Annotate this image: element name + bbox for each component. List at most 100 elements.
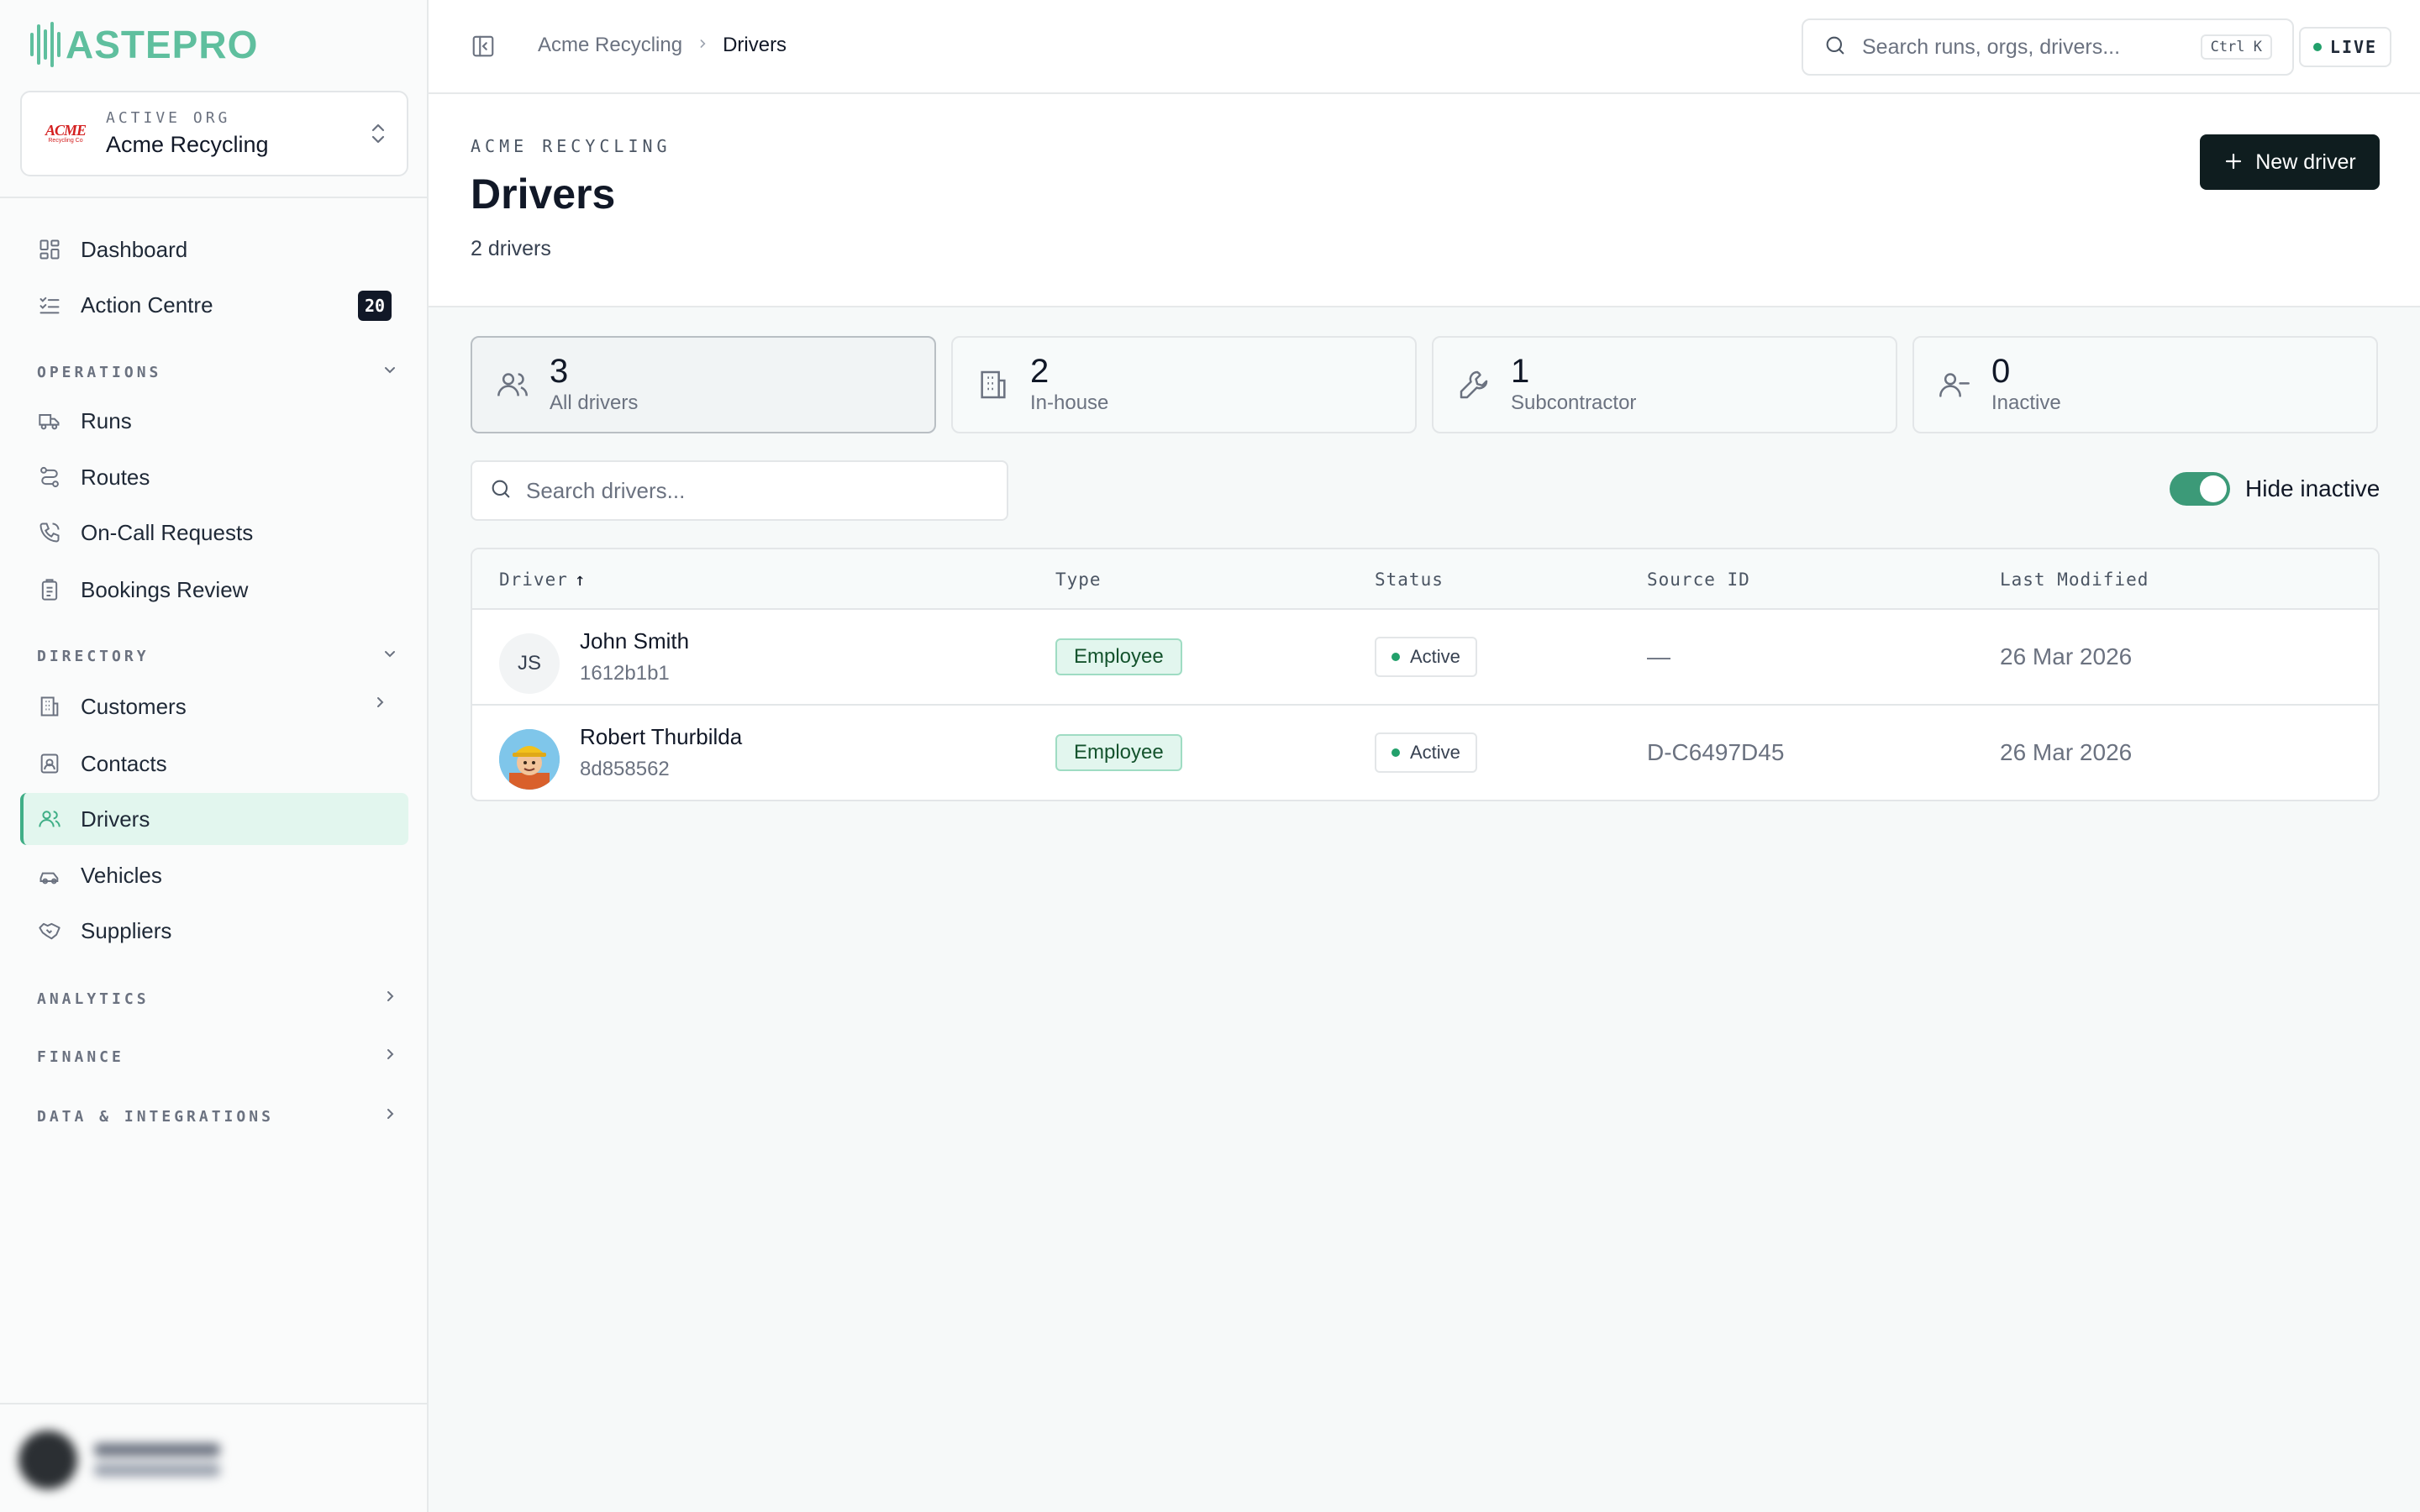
topbar: Acme Recycling Drivers Search runs, orgs… bbox=[429, 0, 2420, 94]
sidebar-item-vehicles[interactable]: Vehicles bbox=[20, 849, 408, 901]
column-header-last-modified[interactable]: Last Modified bbox=[2000, 570, 2149, 590]
avatar: JS bbox=[499, 633, 560, 694]
search-icon bbox=[489, 477, 513, 505]
user-profile-menu[interactable] bbox=[18, 1428, 405, 1492]
sidebar: ASTEPRO ACME Recycling Co ACTIVE ORG Acm… bbox=[0, 0, 429, 1512]
stat-card-all-drivers[interactable]: 3 All drivers bbox=[471, 336, 936, 433]
last-modified: 26 Mar 2026 bbox=[2000, 643, 2133, 669]
section-analytics-toggle[interactable]: ANALYTICS bbox=[37, 986, 398, 1011]
org-switcher[interactable]: ACME Recycling Co ACTIVE ORG Acme Recycl… bbox=[20, 91, 408, 176]
sort-ascending-icon: ↑ bbox=[574, 570, 587, 590]
breadcrumb-current: Drivers bbox=[723, 34, 787, 56]
section-data-integrations-toggle[interactable]: DATA & INTEGRATIONS bbox=[37, 1104, 398, 1129]
stat-card-in-house[interactable]: 2 In-house bbox=[951, 336, 1417, 433]
column-header-status[interactable]: Status bbox=[1375, 570, 1444, 590]
driver-id: 1612b1b1 bbox=[580, 662, 670, 685]
hide-inactive-filter: Hide inactive bbox=[2170, 472, 2380, 506]
stat-value: 2 bbox=[1030, 353, 1050, 390]
driver-name[interactable]: Robert Thurbilda bbox=[580, 724, 742, 750]
chevron-right-icon bbox=[696, 36, 709, 55]
sidebar-item-runs[interactable]: Runs bbox=[20, 395, 408, 447]
phone-icon bbox=[37, 520, 62, 545]
brand-logo[interactable]: ASTEPRO bbox=[30, 18, 258, 71]
type-badge: Employee bbox=[1055, 734, 1182, 771]
handshake-icon bbox=[37, 918, 62, 943]
status-dot-icon bbox=[1392, 748, 1400, 757]
org-switcher-label: ACTIVE ORG bbox=[106, 109, 231, 127]
chevron-up-down-icon bbox=[370, 122, 387, 145]
stat-card-inactive[interactable]: 0 Inactive bbox=[1912, 336, 2378, 433]
building-icon bbox=[975, 366, 1012, 403]
stat-label: All drivers bbox=[550, 391, 639, 414]
driver-search-input[interactable]: Search drivers... bbox=[471, 460, 1008, 521]
stat-value: 0 bbox=[1991, 353, 2011, 390]
chevron-down-icon bbox=[381, 645, 398, 667]
org-switcher-name: Acme Recycling bbox=[106, 132, 269, 157]
search-icon bbox=[1823, 34, 1847, 61]
chevron-down-icon bbox=[381, 361, 398, 383]
breadcrumb: Acme Recycling Drivers bbox=[538, 34, 786, 57]
avatar bbox=[499, 729, 560, 790]
sidebar-item-drivers[interactable]: Drivers bbox=[20, 793, 408, 845]
sidebar-item-customers[interactable]: Customers bbox=[20, 680, 408, 732]
driver-name[interactable]: John Smith bbox=[580, 628, 689, 654]
sidebar-item-routes[interactable]: Routes bbox=[20, 451, 408, 503]
truck-icon bbox=[37, 408, 62, 433]
status-badge: Active bbox=[1375, 637, 1477, 677]
sidebar-item-suppliers[interactable]: Suppliers bbox=[20, 905, 408, 957]
sidebar-item-label: Contacts bbox=[81, 750, 167, 776]
sidebar-item-on-call-requests[interactable]: On-Call Requests bbox=[20, 507, 408, 559]
sidebar-item-label: Action Centre bbox=[81, 291, 213, 318]
sidebar-divider bbox=[0, 197, 429, 198]
sidebar-collapse-icon[interactable] bbox=[471, 34, 496, 59]
dashboard-grid-icon bbox=[37, 237, 62, 262]
sidebar-item-label: Vehicles bbox=[81, 862, 162, 888]
hide-inactive-toggle[interactable] bbox=[2170, 472, 2230, 506]
column-header-type[interactable]: Type bbox=[1055, 570, 1102, 590]
hide-inactive-label: Hide inactive bbox=[2245, 475, 2381, 501]
column-header-driver[interactable]: Driver ↑ bbox=[499, 570, 587, 590]
sidebar-item-bookings-review[interactable]: Bookings Review bbox=[20, 564, 408, 616]
status-dot-icon bbox=[1392, 653, 1400, 661]
chevron-right-icon bbox=[381, 988, 398, 1010]
live-status-badge[interactable]: LIVE bbox=[2299, 27, 2391, 67]
page-header: ACME RECYCLING Drivers 2 drivers New dri… bbox=[429, 94, 2420, 307]
table-header: Driver ↑ Type Status Source ID Last Modif… bbox=[472, 549, 2378, 610]
stat-card-subcontractor[interactable]: 1 Subcontractor bbox=[1432, 336, 1897, 433]
brand-logo-text: ASTEPRO bbox=[66, 23, 259, 66]
section-operations-toggle[interactable]: OPERATIONS bbox=[37, 360, 398, 385]
global-search-input[interactable]: Search runs, orgs, drivers... Ctrl K bbox=[1802, 18, 2294, 76]
car-icon bbox=[37, 863, 62, 888]
contact-card-icon bbox=[37, 751, 62, 776]
drivers-table: Driver ↑ Type Status Source ID Last Modif… bbox=[471, 548, 2380, 801]
action-centre-count-badge: 20 bbox=[358, 291, 392, 321]
status-badge: Active bbox=[1375, 732, 1477, 773]
org-logo: ACME Recycling Co bbox=[45, 122, 87, 144]
source-id: D-C6497D45 bbox=[1647, 739, 1785, 765]
keyboard-shortcut-hint: Ctrl K bbox=[2200, 34, 2272, 60]
new-driver-button[interactable]: New driver bbox=[2200, 134, 2380, 190]
column-header-source-id[interactable]: Source ID bbox=[1647, 570, 1750, 590]
section-directory-toggle[interactable]: DIRECTORY bbox=[37, 643, 398, 669]
sidebar-item-action-centre[interactable]: Action Centre 20 bbox=[20, 279, 408, 331]
stat-value: 1 bbox=[1511, 353, 1530, 390]
live-dot-icon bbox=[2312, 43, 2322, 51]
sidebar-item-dashboard[interactable]: Dashboard bbox=[20, 223, 408, 276]
wrench-icon bbox=[1455, 366, 1492, 403]
user-minus-icon bbox=[1936, 366, 1973, 403]
sidebar-item-label: Suppliers bbox=[81, 917, 172, 943]
table-row[interactable]: JS John Smith 1612b1b1 Employee Active —… bbox=[472, 610, 2378, 706]
sidebar-item-label: Bookings Review bbox=[81, 576, 249, 602]
stat-label: Inactive bbox=[1991, 391, 2061, 414]
breadcrumb-org-link[interactable]: Acme Recycling bbox=[538, 34, 682, 57]
section-finance-toggle[interactable]: FINANCE bbox=[37, 1044, 398, 1069]
table-row[interactable]: Robert Thurbilda 8d858562 Employee Activ… bbox=[472, 706, 2378, 800]
sidebar-item-label: Routes bbox=[81, 464, 150, 490]
sidebar-item-contacts[interactable]: Contacts bbox=[20, 738, 408, 790]
logo-waveform-icon bbox=[30, 21, 60, 68]
sidebar-item-label: Customers bbox=[81, 693, 187, 719]
checklist-icon bbox=[37, 292, 62, 318]
clipboard-icon bbox=[37, 577, 62, 602]
sidebar-item-label: Dashboard bbox=[81, 236, 188, 262]
stat-label: Subcontractor bbox=[1511, 391, 1637, 414]
